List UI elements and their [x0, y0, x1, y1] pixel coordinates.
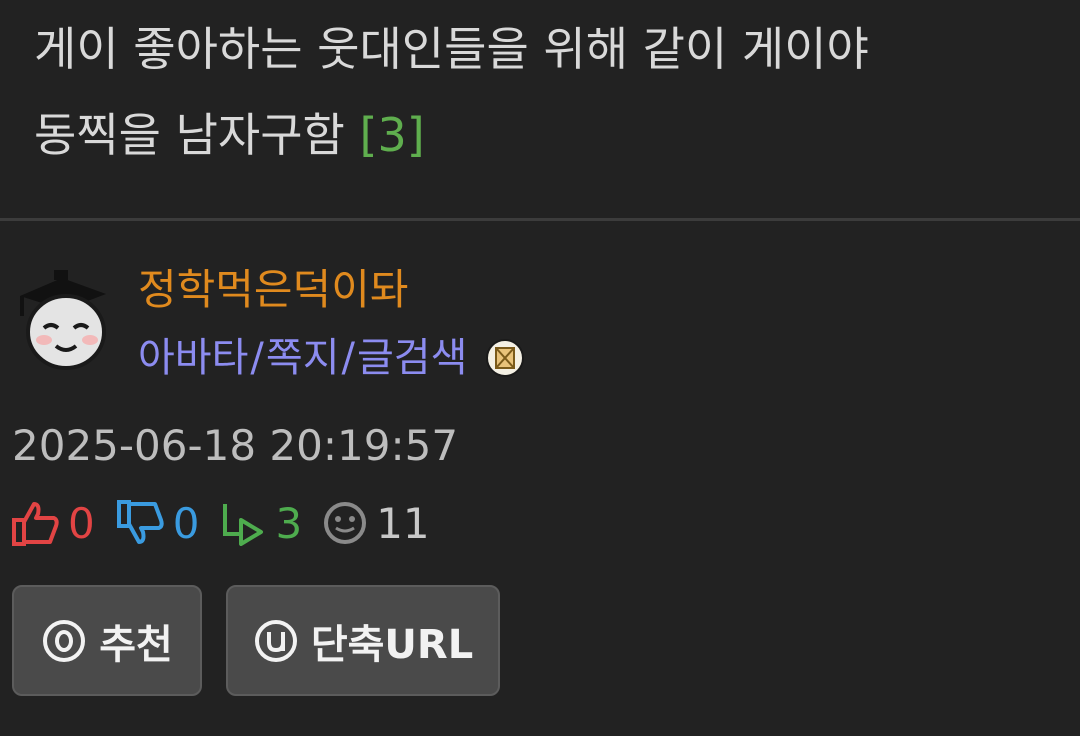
downvote-stat[interactable]: 0: [115, 498, 200, 548]
view-stat: 11: [322, 498, 430, 548]
recommend-label: 추천: [99, 621, 173, 668]
reply-count: 3: [275, 498, 303, 548]
reply-arrow-icon: [223, 504, 264, 546]
envelope-icon[interactable]: [485, 338, 525, 378]
post-timestamp: 2025-06-18 20:19:57: [12, 421, 459, 470]
post-title-text-2: 동찍을 남자구함: [34, 108, 345, 162]
avatar-link[interactable]: 아바타: [138, 330, 248, 386]
view-count: 11: [376, 498, 430, 548]
thumbs-up-icon: [12, 502, 59, 546]
reply-stat[interactable]: 3: [219, 499, 302, 548]
section-divider: [0, 218, 1080, 221]
short-url-button[interactable]: 단축URL: [226, 585, 500, 696]
upvote-count: 0: [68, 498, 95, 548]
short-url-label: 단축URL: [310, 621, 474, 668]
smiley-face-icon: [324, 502, 367, 544]
author-name[interactable]: 정학먹은덕이돠: [138, 262, 408, 318]
post-search-link[interactable]: 글검색: [357, 330, 467, 386]
reply-count-badge[interactable]: [3]: [360, 108, 425, 162]
upvote-stat[interactable]: 0: [10, 499, 95, 548]
post-stats: 0 0 3 11: [10, 494, 450, 552]
author-links: 아바타 / 쪽지 / 글검색: [138, 330, 525, 386]
post-title: 게이 좋아하는 웃대인들을 위해 같이 게이야 동찍을 남자구함 [3]: [34, 6, 1074, 178]
downvote-count: 0: [172, 498, 200, 548]
recommend-button[interactable]: 추천: [12, 585, 202, 696]
circle-u-icon: [254, 619, 297, 662]
post-title-line-2: 동찍을 남자구함 [3]: [34, 92, 1074, 178]
message-link[interactable]: 쪽지: [266, 330, 340, 386]
circle-o-icon: [43, 619, 86, 662]
link-separator: /: [341, 335, 355, 381]
scholar-ghost-avatar-icon[interactable]: [14, 266, 114, 374]
thumbs-down-icon: [116, 500, 164, 544]
link-separator: /: [250, 335, 264, 381]
post-title-line-1: 게이 좋아하는 웃대인들을 위해 같이 게이야: [34, 22, 869, 76]
